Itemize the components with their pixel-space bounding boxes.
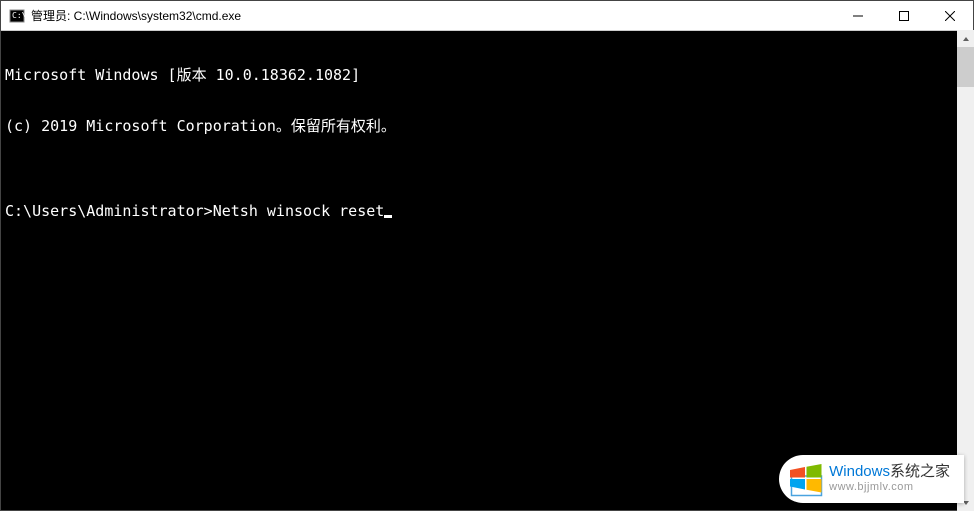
terminal-output-line: Microsoft Windows [版本 10.0.18362.1082]: [5, 67, 969, 84]
terminal-area[interactable]: Microsoft Windows [版本 10.0.18362.1082] (…: [1, 31, 973, 510]
minimize-button[interactable]: [835, 1, 881, 30]
watermark-url: www.bjjmlv.com: [829, 481, 950, 494]
titlebar[interactable]: C:\ 管理员: C:\Windows\system32\cmd.exe: [1, 1, 973, 31]
window-controls: [835, 1, 973, 30]
terminal-cursor: [384, 215, 392, 218]
cmd-icon: C:\: [9, 8, 25, 24]
windows-logo-icon: [787, 461, 823, 497]
svg-text:C:\: C:\: [12, 11, 25, 20]
terminal-command[interactable]: Netsh winsock reset: [213, 203, 385, 220]
scrollbar-up-arrow[interactable]: [957, 30, 974, 47]
window-title: 管理员: C:\Windows\system32\cmd.exe: [31, 7, 835, 24]
vertical-scrollbar[interactable]: [957, 30, 974, 511]
watermark-text: Windows系统之家 www.bjjmlv.com: [829, 463, 950, 494]
maximize-button[interactable]: [881, 1, 927, 30]
terminal-output-line: (c) 2019 Microsoft Corporation。保留所有权利。: [5, 118, 969, 135]
scrollbar-thumb[interactable]: [957, 47, 974, 87]
close-button[interactable]: [927, 1, 973, 30]
watermark-brand: Windows系统之家: [829, 463, 950, 481]
cmd-window: C:\ 管理员: C:\Windows\system32\cmd.exe Mic…: [0, 0, 974, 511]
watermark-badge: Windows系统之家 www.bjjmlv.com: [779, 455, 964, 503]
terminal-prompt-line: C:\Users\Administrator>Netsh winsock res…: [5, 203, 969, 220]
terminal-prompt: C:\Users\Administrator>: [5, 203, 213, 220]
